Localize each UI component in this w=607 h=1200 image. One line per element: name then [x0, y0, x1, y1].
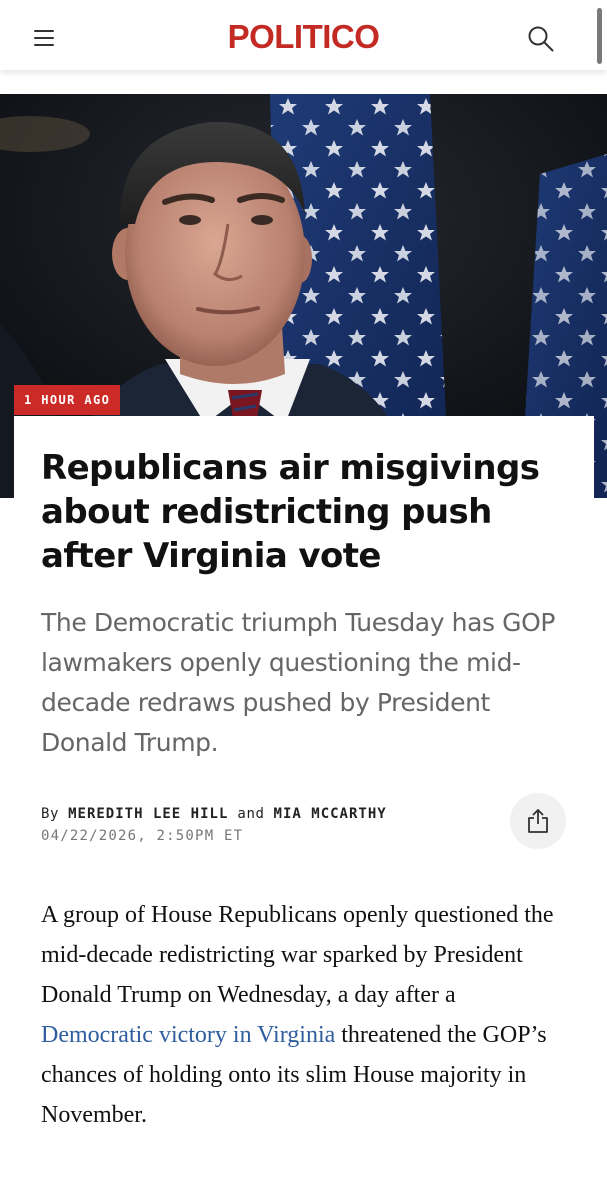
share-button[interactable] — [510, 793, 566, 849]
byline-prefix: By — [41, 806, 60, 822]
author-link[interactable]: MEREDITH LEE HILL — [68, 806, 228, 822]
inline-article-link[interactable]: Democratic victory in Virginia — [41, 1022, 335, 1048]
headline-part-1: Republicans air — [41, 448, 340, 488]
article-card: Republicans air misgivings about redistr… — [14, 416, 594, 1200]
share-icon — [528, 809, 548, 833]
scrollbar-thumb[interactable] — [597, 8, 602, 64]
body-text-before-link: A group of House Republicans openly ques… — [41, 902, 554, 1008]
article-headline: Republicans air misgivings about redistr… — [41, 446, 571, 578]
top-navigation-bar: POLITICO — [0, 0, 607, 70]
politico-logo[interactable]: POLITICO — [0, 17, 607, 57]
byline-conjunction: and — [237, 806, 265, 822]
publish-timestamp: 04/22/2026, 2:50PM ET — [41, 828, 244, 844]
article-dek: The Democratic triumph Tuesday has GOP l… — [41, 608, 556, 757]
time-ago-badge: 1 HOUR AGO — [14, 385, 121, 415]
headline-part-2: after Virginia vote — [41, 536, 381, 576]
author-link[interactable]: MIA MCCARTHY — [274, 806, 387, 822]
article-body-paragraph: A group of House Republicans openly ques… — [41, 895, 571, 1135]
byline: By MEREDITH LEE HILL and MIA MCCARTHY — [41, 804, 387, 824]
search-icon[interactable] — [524, 22, 558, 56]
